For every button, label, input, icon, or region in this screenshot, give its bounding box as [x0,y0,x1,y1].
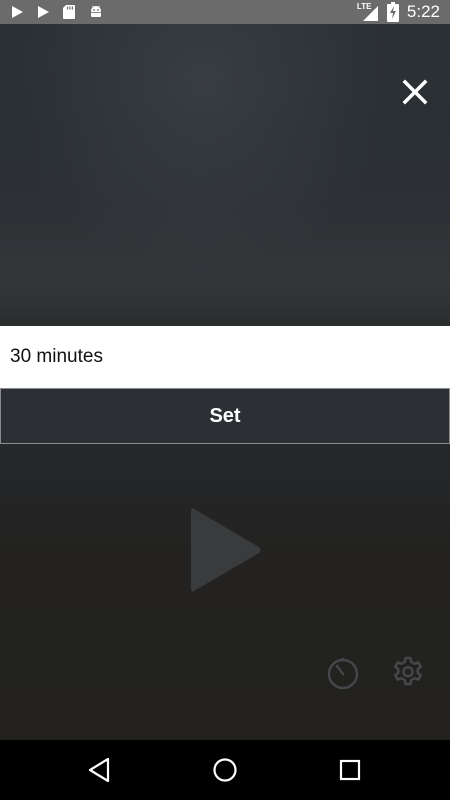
close-button[interactable] [398,75,432,109]
play-icon [12,6,23,18]
home-icon[interactable] [209,754,241,786]
back-icon[interactable] [84,754,116,786]
sd-card-icon [63,5,75,19]
set-button[interactable]: Set [0,388,450,444]
android-icon [91,5,101,17]
duration-input[interactable]: 30 minutes [0,326,450,388]
recents-icon[interactable] [334,754,366,786]
background-image-top [0,24,450,326]
navigation-bar [0,740,450,800]
timer-icon[interactable] [325,655,361,691]
clock: 5:22 [406,2,440,21]
play-icon [38,6,49,18]
gear-icon[interactable] [390,655,426,691]
battery-charging-icon [386,2,399,22]
lte-signal-icon: LTE [357,2,379,22]
system-icons: LTE 5:22 [357,0,440,24]
status-bar: LTE 5:22 [0,0,450,24]
duration-input-panel: 30 minutes [0,326,450,388]
close-icon [402,79,428,105]
screen: LTE 5:22 30 minutes Set [0,0,450,800]
notification-icons [10,0,104,24]
play-button[interactable] [188,505,264,595]
